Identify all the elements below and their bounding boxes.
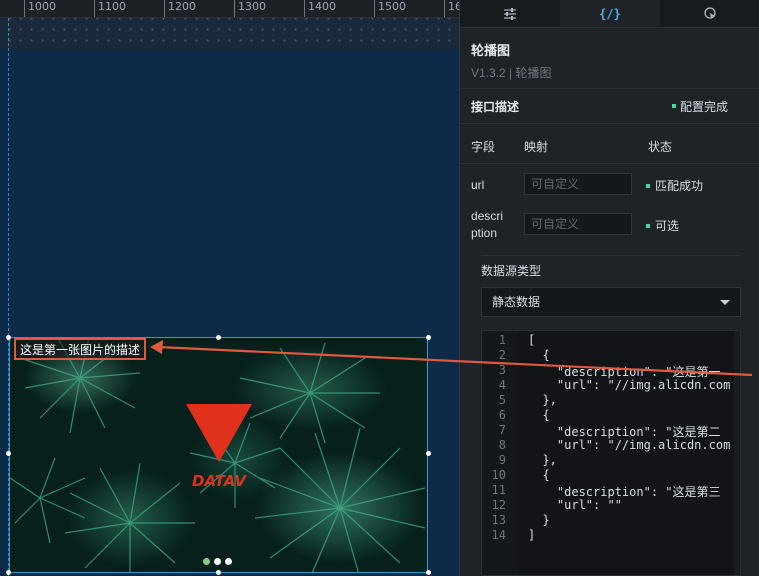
line-number: 4 [498,378,506,392]
ruler-tick: 1200 [164,0,196,17]
resize-handle[interactable] [426,451,431,456]
line-number: 6 [498,408,506,422]
code-line: }, [528,453,557,467]
field-name-line: ption [471,226,498,240]
carousel-dot[interactable] [225,558,232,565]
interaction-icon [703,7,716,19]
section-title: 接口描述 [471,99,520,114]
line-number: 10 [491,468,506,482]
config-status: 配置完成 [671,98,728,115]
line-number: 14 [491,528,506,542]
component-version: V1.3.2 | 轮播图 [471,66,552,80]
field-status-text: 匹配成功 [655,179,704,193]
panel-tabs: {/} [460,0,759,28]
ruler-tick: 1400 [304,0,336,17]
line-number: 3 [498,363,506,377]
code-line: { [528,348,550,362]
code-line: [ [528,333,536,347]
horizontal-ruler: 1000 1100 1200 1300 1400 1500 16 [0,0,459,18]
code-line: { [528,468,550,482]
carousel-dot[interactable] [203,558,210,565]
api-description-header: 接口描述 配置完成 [460,88,759,124]
field-table-header: 字段 映射 状态 [460,124,759,164]
field-row-description: descri ption 可自定义 可选 [460,208,759,244]
logo-text: DATAV [192,472,247,490]
carousel-pagination [203,558,232,565]
resize-handle[interactable] [6,570,11,575]
code-line: } [528,513,550,527]
chevron-down-icon [720,300,730,305]
field-status-text: 可选 [655,219,680,233]
carousel-caption: 这是第一张图片的描述 [14,338,147,360]
carousel-widget[interactable]: 这是第一张图片的描述 DATAV [9,337,428,573]
code-line: "url": "//img.alicdn.com [528,438,731,452]
line-number: 13 [491,513,506,527]
status-dot-icon [646,223,650,228]
code-line: { [528,408,550,422]
code-line: ] [528,528,536,542]
ruler-tick: 1300 [234,0,266,17]
status-dot-icon [671,104,676,108]
sliders-icon [504,7,516,20]
resize-handle[interactable] [216,335,221,340]
resize-handle[interactable] [6,335,11,340]
resize-handle[interactable] [216,570,221,575]
ruler-tick: 1000 [24,0,56,17]
line-number: 7 [498,423,506,437]
datasource-type-select[interactable]: 静态数据 [481,287,741,317]
field-name: descri ption [471,208,503,242]
mapping-input-url[interactable]: 可自定义 [524,173,632,195]
resize-handle[interactable] [426,335,431,340]
datav-logo: DATAV [186,404,252,494]
status-dot-icon [646,183,650,188]
field-name: url [471,178,485,192]
carousel-dot[interactable] [214,558,221,565]
code-braces-icon: {/} [599,6,621,21]
divider [481,255,741,256]
resize-handle[interactable] [6,451,11,456]
code-line: "url": "//img.alicdn.com [528,378,731,392]
tab-data[interactable]: {/} [560,0,660,27]
tab-interaction[interactable] [660,0,759,27]
column-status: 状态 [648,140,673,154]
column-field: 字段 [471,140,496,154]
line-number: 9 [498,453,506,467]
line-number: 2 [498,348,506,362]
field-status: 匹配成功 [646,177,703,194]
line-number: 8 [498,438,506,452]
mapping-input-description[interactable]: 可自定义 [524,213,632,235]
field-row-url: url 可自定义 匹配成功 [460,173,759,199]
field-name-line: descri [471,209,504,223]
ruler-tick: 16 [444,0,459,17]
line-number: 11 [491,483,506,497]
config-panel: {/} 轮播图 V1.3.2 | 轮播图 接口描述 配置完成 字段 映射 状态 … [459,0,759,576]
line-number: 1 [498,333,506,347]
line-number: 5 [498,393,506,407]
datasource-type-label: 数据源类型 [481,264,542,278]
editor-scrollbar[interactable] [734,331,740,575]
ruler-tick: 1500 [374,0,406,17]
canvas-margin-grid [0,18,459,50]
datav-logo-icon: DATAV [186,404,252,490]
tab-config[interactable] [460,0,560,27]
column-mapping: 映射 [524,140,549,154]
config-status-text: 配置完成 [679,99,728,114]
ruler-tick: 1100 [94,0,126,17]
component-title: 轮播图 [471,43,511,58]
datasource-selected-value: 静态数据 [492,295,541,309]
code-line: }, [528,393,557,407]
json-code-editor[interactable]: 1[2 {3 "description": "这是第一 4 "url": "//i… [481,330,741,576]
field-status: 可选 [646,217,679,234]
line-number: 12 [491,498,506,512]
code-line: "url": "" [528,498,622,512]
resize-handle[interactable] [426,570,431,575]
